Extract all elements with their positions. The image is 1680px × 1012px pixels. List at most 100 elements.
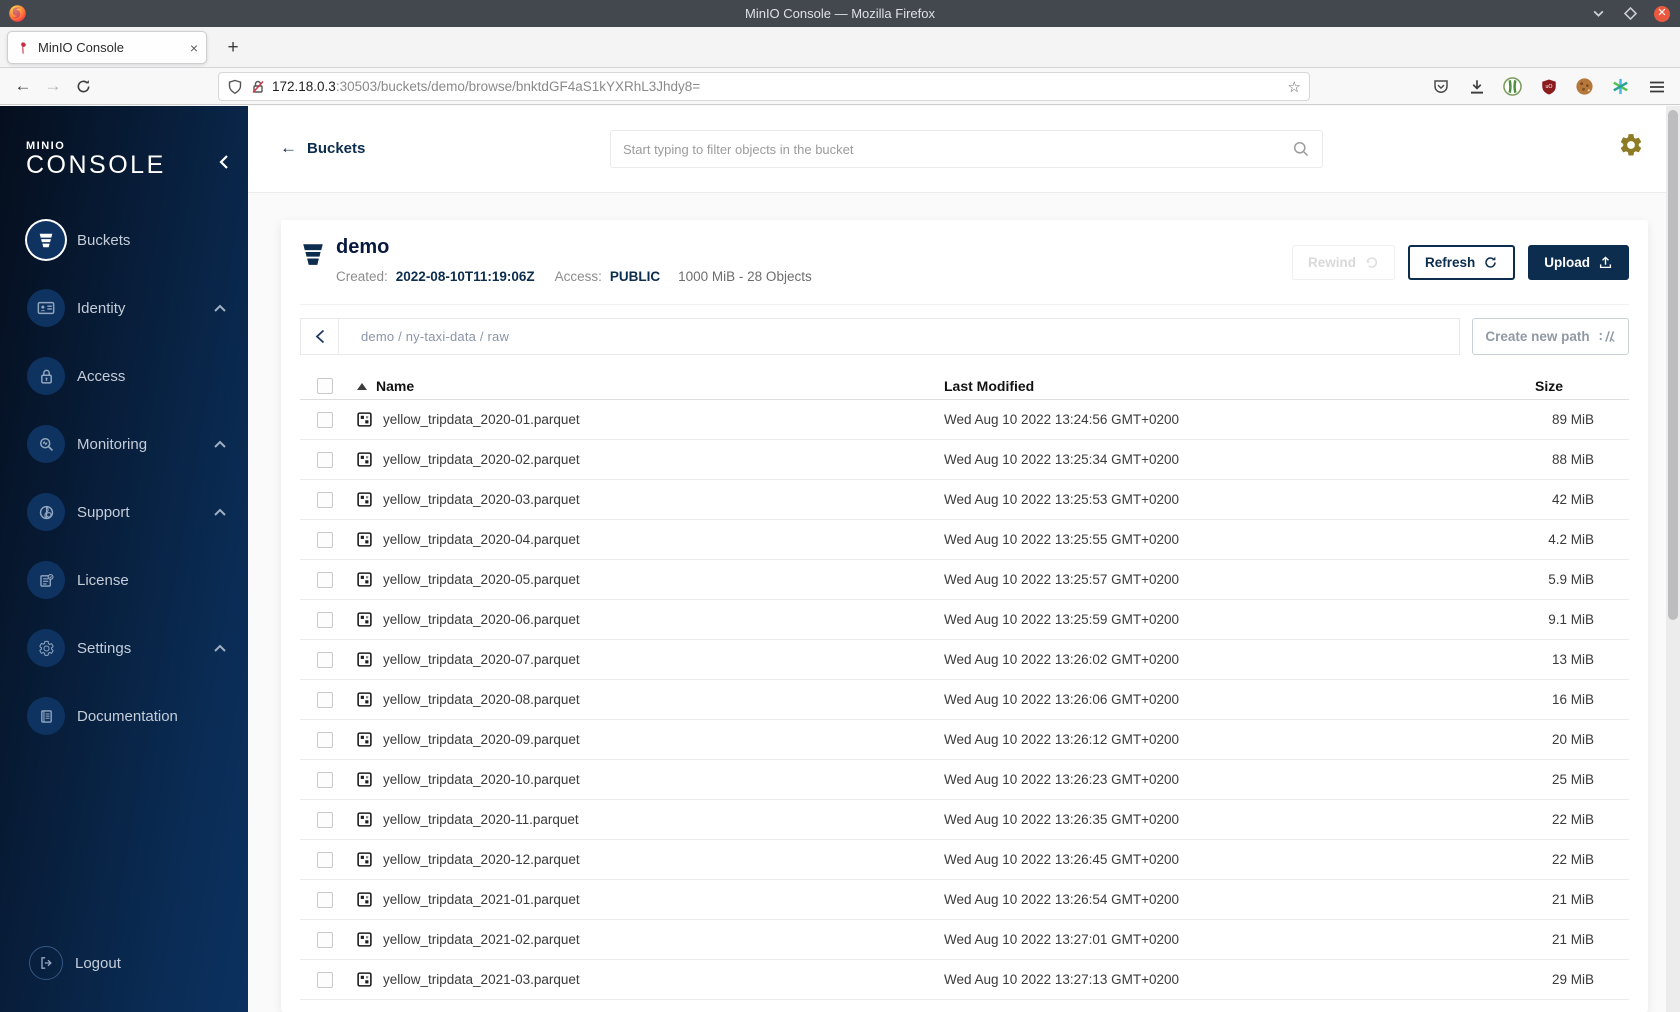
rewind-button[interactable]: Rewind (1291, 245, 1395, 280)
breadcrumb[interactable]: demo / ny-taxi-data / raw (361, 329, 509, 344)
url-bar[interactable]: 172.18.0.3:30503/buckets/demo/browse/bnk… (218, 72, 1310, 101)
row-checkbox[interactable] (317, 451, 333, 468)
console-settings-gear-icon[interactable] (1618, 132, 1644, 158)
back-button[interactable]: ← (8, 72, 38, 100)
path-back-button[interactable] (301, 319, 339, 354)
table-row[interactable]: yellow_tripdata_2020-11.parquet Wed Aug … (300, 800, 1629, 840)
object-name[interactable]: yellow_tripdata_2020-12.parquet (383, 852, 580, 867)
object-name[interactable]: yellow_tripdata_2020-02.parquet (383, 452, 580, 467)
table-row[interactable]: yellow_tripdata_2021-03.parquet Wed Aug … (300, 960, 1629, 1000)
refresh-button[interactable]: Refresh (1407, 245, 1516, 280)
object-name[interactable]: yellow_tripdata_2020-04.parquet (383, 532, 580, 547)
pocket-icon[interactable] (1431, 77, 1450, 96)
url-text[interactable]: 172.18.0.3:30503/buckets/demo/browse/bnk… (272, 79, 1288, 94)
reload-button[interactable] (68, 72, 98, 100)
table-row[interactable]: yellow_tripdata_2020-05.parquet Wed Aug … (300, 560, 1629, 600)
table-row[interactable]: yellow_tripdata_2020-10.parquet Wed Aug … (300, 760, 1629, 800)
downloads-icon[interactable] (1467, 77, 1486, 96)
sidebar-item-buckets[interactable]: Buckets (0, 216, 248, 264)
column-header-name[interactable]: Name (357, 378, 944, 394)
sidebar-item-monitoring[interactable]: Monitoring (0, 420, 248, 468)
chevron-up-icon[interactable] (214, 503, 226, 521)
tab-close-icon[interactable]: × (190, 40, 198, 56)
row-checkbox[interactable] (317, 731, 333, 748)
row-checkbox[interactable] (317, 531, 333, 548)
row-checkbox[interactable] (317, 891, 333, 908)
object-filter-input[interactable] (623, 141, 1292, 157)
object-name[interactable]: yellow_tripdata_2020-06.parquet (383, 612, 580, 627)
object-name[interactable]: yellow_tripdata_2021-03.parquet (383, 972, 580, 987)
select-all-checkbox[interactable] (317, 378, 333, 394)
table-row[interactable]: yellow_tripdata_2021-02.parquet Wed Aug … (300, 920, 1629, 960)
object-name[interactable]: yellow_tripdata_2020-07.parquet (383, 652, 580, 667)
table-row[interactable]: yellow_tripdata_2020-06.parquet Wed Aug … (300, 600, 1629, 640)
chevron-up-icon[interactable] (214, 435, 226, 453)
table-row[interactable]: yellow_tripdata_2020-08.parquet Wed Aug … (300, 680, 1629, 720)
sidebar-item-support[interactable]: Support (0, 488, 248, 536)
sidebar-item-logout[interactable]: Logout (0, 939, 248, 987)
row-checkbox[interactable] (317, 571, 333, 588)
sidebar-item-settings[interactable]: Settings (0, 624, 248, 672)
window-close-button[interactable]: ✕ (1654, 5, 1670, 22)
parquet-file-icon (357, 932, 372, 947)
window-maximize-button[interactable] (1622, 6, 1638, 22)
scrollbar-thumb[interactable] (1668, 110, 1678, 620)
row-checkbox[interactable] (317, 691, 333, 708)
asterisk-extension-icon[interactable] (1611, 77, 1630, 96)
table-row[interactable]: yellow_tripdata_2020-12.parquet Wed Aug … (300, 840, 1629, 880)
object-name[interactable]: yellow_tripdata_2021-01.parquet (383, 892, 580, 907)
row-checkbox[interactable] (317, 611, 333, 628)
object-modified: Wed Aug 10 2022 13:26:45 GMT+0200 (944, 852, 1180, 867)
object-name[interactable]: yellow_tripdata_2020-09.parquet (383, 732, 580, 747)
row-checkbox[interactable] (317, 931, 333, 948)
bookmark-star-icon[interactable]: ☆ (1288, 78, 1301, 96)
window-minimize-button[interactable] (1590, 6, 1606, 22)
ublock-origin-icon[interactable]: uO (1539, 77, 1558, 96)
forward-button[interactable]: → (38, 72, 68, 100)
column-header-size[interactable]: Size (1504, 378, 1594, 394)
table-row[interactable]: yellow_tripdata_2020-01.parquet Wed Aug … (300, 400, 1629, 440)
sidebar-item-license[interactable]: License (0, 556, 248, 604)
row-checkbox[interactable] (317, 491, 333, 508)
insecure-lock-icon[interactable] (250, 79, 266, 95)
create-new-path-button[interactable]: Create new path (1472, 318, 1629, 355)
row-checkbox[interactable] (317, 851, 333, 868)
table-row[interactable]: yellow_tripdata_2020-09.parquet Wed Aug … (300, 720, 1629, 760)
row-checkbox[interactable] (317, 771, 333, 788)
object-name[interactable]: yellow_tripdata_2020-05.parquet (383, 572, 580, 587)
new-tab-button[interactable]: + (218, 33, 248, 63)
parquet-file-icon (357, 692, 372, 707)
table-row[interactable]: yellow_tripdata_2020-02.parquet Wed Aug … (300, 440, 1629, 480)
access-value[interactable]: PUBLIC (610, 269, 660, 284)
row-checkbox[interactable] (317, 811, 333, 828)
menu-hamburger-icon[interactable] (1647, 77, 1666, 96)
row-checkbox[interactable] (317, 411, 333, 428)
table-row[interactable]: yellow_tripdata_2020-04.parquet Wed Aug … (300, 520, 1629, 560)
chevron-up-icon[interactable] (214, 299, 226, 317)
sidebar-collapse-icon[interactable] (218, 154, 229, 175)
object-name[interactable]: yellow_tripdata_2020-01.parquet (383, 412, 580, 427)
table-row[interactable]: yellow_tripdata_2020-07.parquet Wed Aug … (300, 640, 1629, 680)
row-checkbox[interactable] (317, 651, 333, 668)
sidebar-item-access[interactable]: Access (0, 352, 248, 400)
row-checkbox[interactable] (317, 971, 333, 988)
back-to-buckets-link[interactable]: ← Buckets (280, 138, 365, 158)
upload-button[interactable]: Upload (1528, 245, 1629, 280)
chevron-up-icon[interactable] (214, 639, 226, 657)
sidebar-item-identity[interactable]: Identity (0, 284, 248, 332)
table-row[interactable]: yellow_tripdata_2020-03.parquet Wed Aug … (300, 480, 1629, 520)
browser-tab[interactable]: MinIO Console × (7, 31, 207, 64)
object-name[interactable]: yellow_tripdata_2020-08.parquet (383, 692, 580, 707)
object-name[interactable]: yellow_tripdata_2020-11.parquet (383, 812, 579, 827)
object-size: 42 MiB (1551, 492, 1594, 507)
object-name[interactable]: yellow_tripdata_2020-10.parquet (383, 772, 580, 787)
column-header-modified[interactable]: Last Modified (944, 378, 1504, 394)
object-name[interactable]: yellow_tripdata_2021-02.parquet (383, 932, 580, 947)
cookie-extension-icon[interactable] (1575, 77, 1594, 96)
privacy-badger-icon[interactable] (1503, 77, 1522, 96)
sidebar-item-documentation[interactable]: Documentation (0, 692, 248, 740)
table-row[interactable]: yellow_tripdata_2021-01.parquet Wed Aug … (300, 880, 1629, 920)
object-name[interactable]: yellow_tripdata_2020-03.parquet (383, 492, 580, 507)
shield-icon[interactable] (227, 79, 243, 95)
page-scrollbar[interactable] (1666, 106, 1680, 1012)
